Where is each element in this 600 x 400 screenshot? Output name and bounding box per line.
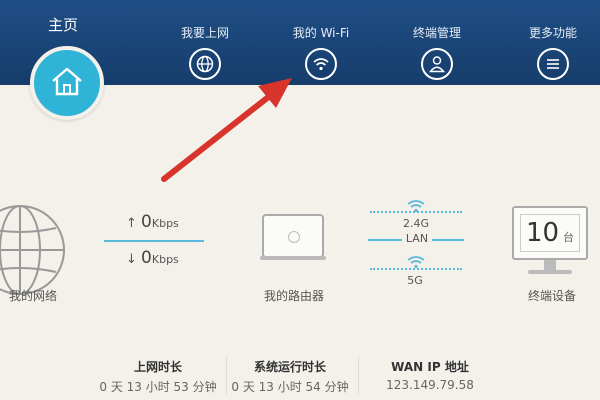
upload-speed: ↑ 0Kbps <box>126 212 179 232</box>
monitor-base <box>528 270 572 274</box>
upload-unit: Kbps <box>151 217 179 230</box>
my-network-label: 我的网络 <box>8 289 57 303</box>
download-unit: Kbps <box>151 253 179 266</box>
band-24g-label: 2.4G <box>402 217 430 230</box>
band-5g-label: 5G <box>407 274 423 287</box>
online-duration-title: 上网时长 <box>133 360 182 374</box>
device-count-unit: 台 <box>563 231 575 244</box>
download-arrow-icon: ↓ <box>126 252 137 267</box>
my-router-label: 我的路由器 <box>263 289 324 303</box>
speed-divider-line <box>104 240 204 242</box>
download-value: 0 <box>141 248 152 268</box>
download-speed: ↓ 0Kbps <box>126 248 179 268</box>
lan-line-right <box>432 239 464 241</box>
stat-separator <box>358 356 359 394</box>
router-icon <box>260 214 326 260</box>
wan-ip-title: WAN IP 地址 <box>391 360 469 374</box>
system-uptime-title: 系统运行时长 <box>253 360 326 374</box>
online-duration-value: 0 天 13 小时 53 分钟 <box>99 380 217 394</box>
system-uptime-value: 0 天 13 小时 54 分钟 <box>231 380 349 394</box>
wan-ip-value: 123.149.79.58 <box>386 378 474 392</box>
wifi-5g-icon <box>406 254 426 273</box>
wifi-24g-icon <box>406 198 426 217</box>
device-count: 10 <box>525 218 560 248</box>
band-5g-line <box>370 268 462 270</box>
device-monitor-icon[interactable]: 10 台 <box>512 206 588 260</box>
monitor-neck <box>544 260 556 270</box>
lan-line-left <box>368 239 402 241</box>
upload-arrow-icon: ↑ <box>126 216 137 231</box>
red-arrow-annotation <box>161 78 292 182</box>
upload-value: 0 <box>141 212 152 232</box>
devices-label: 终端设备 <box>527 289 576 303</box>
band-24g-line <box>370 211 462 213</box>
lan-label: LAN <box>405 232 429 245</box>
stat-separator <box>226 356 227 394</box>
globe-network-icon <box>0 205 65 295</box>
